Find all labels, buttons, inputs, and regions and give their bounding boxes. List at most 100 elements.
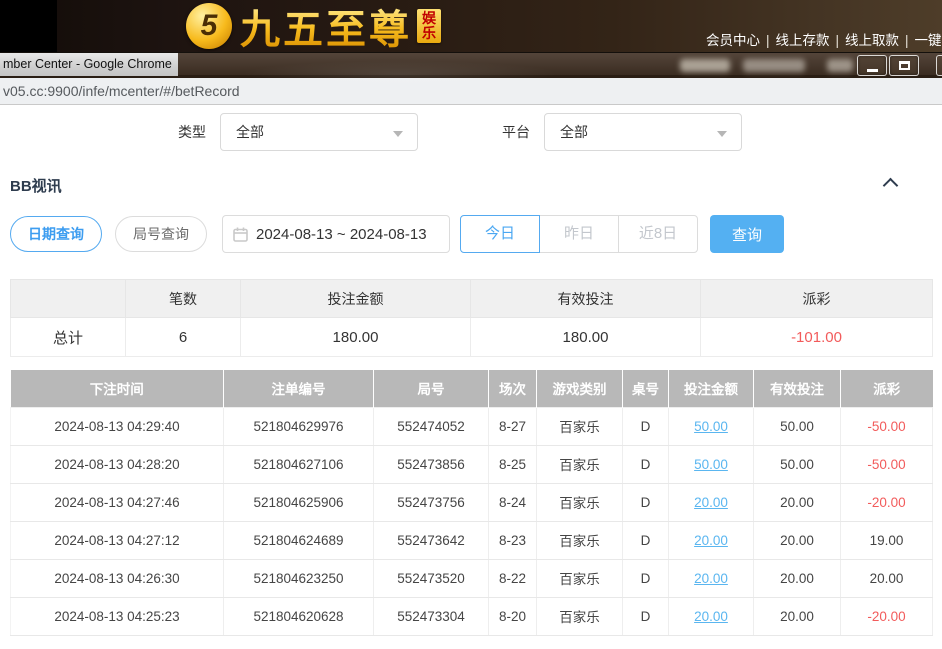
search-button[interactable]: 查询 xyxy=(710,215,784,253)
today-button[interactable]: 今日 xyxy=(460,215,540,253)
bet-table-body: 2024-08-13 04:29:40 521804629976 5524740… xyxy=(11,407,933,635)
table-row: 2024-08-13 04:26:30 521804623250 5524735… xyxy=(11,559,933,597)
cell-payout: 20.00 xyxy=(841,559,933,597)
header-valid-bet: 有效投注 xyxy=(754,370,841,407)
table-row: 2024-08-13 04:25:23 521804620628 5524733… xyxy=(11,597,933,635)
table-row: 2024-08-13 04:27:12 521804624689 5524736… xyxy=(11,521,933,559)
blurred-account-info xyxy=(743,59,805,72)
maximize-button[interactable] xyxy=(889,55,919,76)
cell-valid-bet: 50.00 xyxy=(754,407,841,445)
bet-amount-link[interactable]: 20.00 xyxy=(694,609,728,624)
platform-select[interactable]: 全部 xyxy=(544,113,742,151)
table-row: 2024-08-13 04:27:46 521804625906 5524737… xyxy=(11,483,933,521)
bet-amount-link[interactable]: 50.00 xyxy=(694,457,728,472)
header-payout: 派彩 xyxy=(841,370,933,407)
close-button[interactable] xyxy=(936,55,942,76)
header-bet-id: 注单编号 xyxy=(224,370,374,407)
cell-table-no: D xyxy=(623,521,669,559)
header-bet-time: 下注时间 xyxy=(11,370,224,407)
cell-session: 8-20 xyxy=(489,597,537,635)
summary-header-row: 笔数 投注金额 有效投注 派彩 xyxy=(11,280,933,318)
cell-payout: 19.00 xyxy=(841,521,933,559)
cell-game-type: 百家乐 xyxy=(537,559,623,597)
summary-header-valid-bet: 有效投注 xyxy=(471,280,701,318)
table-row: 2024-08-13 04:28:20 521804627106 5524738… xyxy=(11,445,933,483)
cell-table-no: D xyxy=(623,407,669,445)
cell-game-type: 百家乐 xyxy=(537,407,623,445)
cell-game-type: 百家乐 xyxy=(537,483,623,521)
section-header: BB视讯 xyxy=(10,175,932,197)
date-range-value: 2024-08-13 ~ 2024-08-13 xyxy=(256,226,427,243)
maximize-icon xyxy=(899,61,910,70)
cell-valid-bet: 20.00 xyxy=(754,521,841,559)
summary-table: 笔数 投注金额 有效投注 派彩 总计 6 180.00 180.00 -101.… xyxy=(10,279,933,357)
site-logo: 5 九五至尊 娱乐 xyxy=(186,1,441,51)
chevron-up-icon[interactable] xyxy=(885,177,896,188)
cell-bet-amount: 20.00 xyxy=(669,483,754,521)
cell-valid-bet: 20.00 xyxy=(754,559,841,597)
minimize-button[interactable] xyxy=(857,55,887,76)
header-session: 场次 xyxy=(489,370,537,407)
window-titlebar: mber Center - Google Chrome xyxy=(0,52,942,78)
header-bet-amount: 投注金额 xyxy=(669,370,754,407)
calendar-icon xyxy=(233,227,248,242)
site-nav: 会员中心|线上存款|线上取款|一键回 xyxy=(706,29,942,49)
logo-title: 九五至尊 xyxy=(240,0,412,52)
logo-entertainment-badge: 娱乐 xyxy=(417,9,441,43)
nav-one-key[interactable]: 一键回 xyxy=(915,33,942,48)
cell-bet-time: 2024-08-13 04:25:23 xyxy=(11,597,224,635)
quick-date-group: 今日 昨日 近8日 xyxy=(460,215,698,253)
bet-amount-link[interactable]: 20.00 xyxy=(694,533,728,548)
cell-bet-time: 2024-08-13 04:27:46 xyxy=(11,483,224,521)
bet-amount-link[interactable]: 20.00 xyxy=(694,571,728,586)
cell-bet-id: 521804620628 xyxy=(224,597,374,635)
cell-round-id: 552473520 xyxy=(374,559,489,597)
type-select-value: 全部 xyxy=(236,124,264,140)
summary-header-count: 笔数 xyxy=(126,280,241,318)
cell-session: 8-25 xyxy=(489,445,537,483)
cell-table-no: D xyxy=(623,483,669,521)
cell-table-no: D xyxy=(623,597,669,635)
cell-game-type: 百家乐 xyxy=(537,445,623,483)
window-controls xyxy=(857,55,919,76)
section-title: BB视讯 xyxy=(10,178,62,195)
bet-amount-link[interactable]: 20.00 xyxy=(694,495,728,510)
nav-online-deposit[interactable]: 线上存款 xyxy=(776,33,830,48)
nav-online-withdraw[interactable]: 线上取款 xyxy=(845,33,899,48)
cell-bet-time: 2024-08-13 04:29:40 xyxy=(11,407,224,445)
blurred-account-info xyxy=(680,59,730,72)
cell-bet-amount: 20.00 xyxy=(669,559,754,597)
cell-round-id: 552473756 xyxy=(374,483,489,521)
nav-member-center[interactable]: 会员中心 xyxy=(706,33,760,48)
nav-separator: | xyxy=(905,33,909,48)
logo-5-icon: 5 xyxy=(186,3,232,49)
cell-bet-id: 521804624689 xyxy=(224,521,374,559)
minimize-icon xyxy=(867,69,878,72)
cell-payout: -20.00 xyxy=(841,483,933,521)
date-range-input[interactable]: 2024-08-13 ~ 2024-08-13 xyxy=(222,215,450,253)
cell-valid-bet: 20.00 xyxy=(754,483,841,521)
cell-session: 8-22 xyxy=(489,559,537,597)
cell-valid-bet: 50.00 xyxy=(754,445,841,483)
cell-bet-amount: 50.00 xyxy=(669,407,754,445)
cell-session: 8-27 xyxy=(489,407,537,445)
summary-header-bet-amount: 投注金额 xyxy=(241,280,471,318)
cell-round-id: 552473304 xyxy=(374,597,489,635)
date-query-button[interactable]: 日期查询 xyxy=(10,216,102,252)
platform-select-value: 全部 xyxy=(560,124,588,140)
type-select[interactable]: 全部 xyxy=(220,113,418,151)
type-label: 类型 xyxy=(178,122,206,142)
window-title: mber Center - Google Chrome xyxy=(0,53,178,76)
bet-amount-link[interactable]: 50.00 xyxy=(694,419,728,434)
cell-table-no: D xyxy=(623,559,669,597)
summary-header-payout: 派彩 xyxy=(701,280,933,318)
filter-row: 类型 全部 平台 全部 xyxy=(10,113,932,151)
round-query-button[interactable]: 局号查询 xyxy=(115,216,207,252)
cell-game-type: 百家乐 xyxy=(537,521,623,559)
cell-round-id: 552474052 xyxy=(374,407,489,445)
cell-bet-time: 2024-08-13 04:26:30 xyxy=(11,559,224,597)
summary-count-value: 6 xyxy=(126,318,241,357)
logo-number: 5 xyxy=(201,9,218,43)
yesterday-button[interactable]: 昨日 xyxy=(539,215,619,253)
last8days-button[interactable]: 近8日 xyxy=(618,215,698,253)
